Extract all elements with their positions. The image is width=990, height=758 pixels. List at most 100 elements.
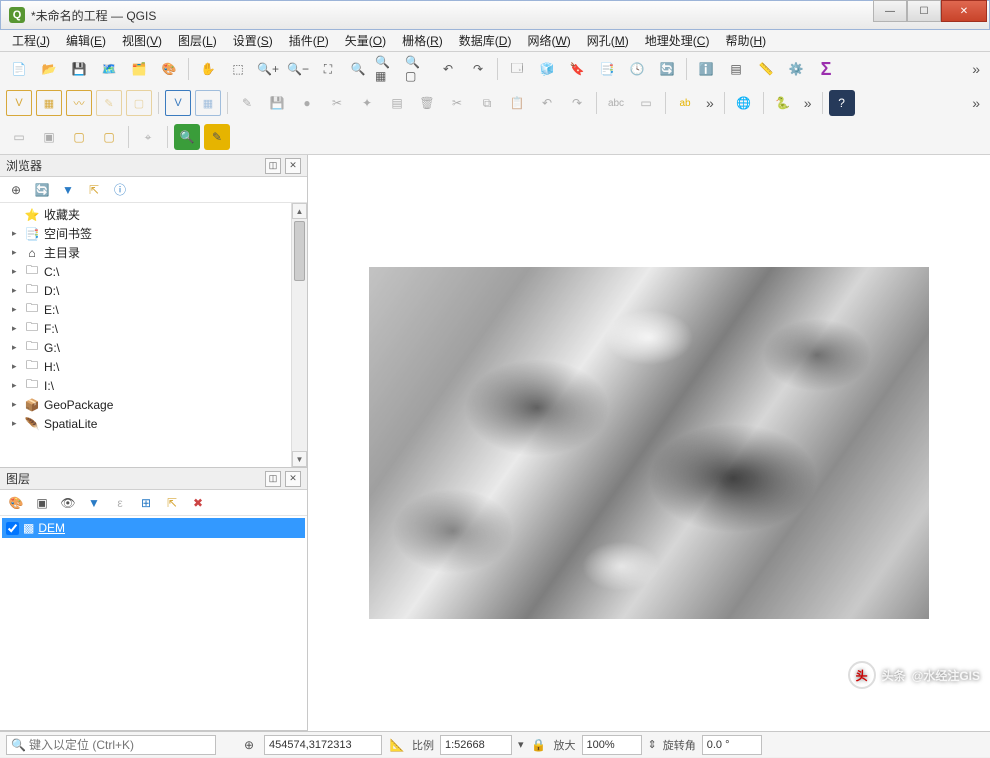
toolbox-icon[interactable]: ⚙️ xyxy=(783,56,809,82)
metasearch-icon[interactable]: 🌐 xyxy=(731,90,757,116)
layers-list[interactable]: ▩DEM xyxy=(0,516,307,730)
zoom-full-icon[interactable]: 🔍 xyxy=(345,56,371,82)
caret-icon[interactable]: ▸ xyxy=(12,228,20,239)
refresh-icon[interactable]: 🔄 xyxy=(32,180,52,200)
python-console-icon[interactable]: 🐍 xyxy=(770,90,796,116)
caret-icon[interactable]: ▸ xyxy=(12,342,20,353)
pan-to-selection-icon[interactable]: ⬚ xyxy=(225,56,251,82)
caret-icon[interactable]: ▸ xyxy=(12,323,20,334)
statistics-icon[interactable]: Σ xyxy=(813,56,839,82)
browser-header[interactable]: 浏览器 ◫ ✕ xyxy=(0,155,307,177)
menu-v[interactable]: 视图(V) xyxy=(118,30,166,51)
menu-r[interactable]: 栅格(R) xyxy=(398,30,447,51)
copy-features-icon[interactable]: ⧉ xyxy=(474,90,500,116)
undo-icon[interactable]: ↶ xyxy=(534,90,560,116)
overflow-icon[interactable]: » xyxy=(968,95,984,111)
locator-input[interactable] xyxy=(6,735,216,755)
redo-icon[interactable]: ↷ xyxy=(564,90,590,116)
temporal-icon[interactable]: 🕓 xyxy=(624,56,650,82)
scroll-down-button[interactable]: ▼ xyxy=(292,451,307,467)
overflow-icon[interactable]: » xyxy=(968,61,984,77)
tree-node[interactable]: ▸🗀G:\ xyxy=(0,338,307,357)
layer-name[interactable]: DEM xyxy=(38,521,65,535)
caret-icon[interactable]: ▸ xyxy=(12,304,20,315)
maximize-button[interactable]: ☐ xyxy=(907,0,941,22)
pan-icon[interactable]: ✋ xyxy=(195,56,221,82)
tree-node[interactable]: ⭐收藏夹 xyxy=(0,205,307,224)
help-icon[interactable]: ? xyxy=(829,90,855,116)
add-group-icon[interactable]: ▣ xyxy=(32,493,52,513)
select-location-icon[interactable]: ▢ xyxy=(96,124,122,150)
edit-toggle-icon[interactable]: ✎ xyxy=(234,90,260,116)
close-panel-button[interactable]: ✕ xyxy=(285,471,301,487)
caret-icon[interactable]: ▸ xyxy=(12,380,20,391)
layer-visibility-checkbox[interactable] xyxy=(6,522,19,535)
menu-o[interactable]: 矢量(O) xyxy=(341,30,390,51)
zoom-native-icon[interactable]: ⛶ xyxy=(315,56,341,82)
minimize-button[interactable]: — xyxy=(873,0,907,22)
magnifier-spinner-icon[interactable]: ⇕ xyxy=(648,738,657,751)
manage-visibility-icon[interactable]: 👁 xyxy=(58,493,78,513)
new-map-view-icon[interactable]: 🗔 xyxy=(504,56,530,82)
caret-icon[interactable]: ▸ xyxy=(12,266,20,277)
abc-icon[interactable]: abc xyxy=(603,90,629,116)
zoom-in-icon[interactable]: 🔍+ xyxy=(255,56,281,82)
undock-button[interactable]: ◫ xyxy=(265,471,281,487)
select-all-icon[interactable]: ▣ xyxy=(36,124,62,150)
zoom-last-icon[interactable]: ↶ xyxy=(435,56,461,82)
identify-icon[interactable]: ℹ️ xyxy=(693,56,719,82)
label-tool-icon[interactable]: ab xyxy=(672,90,698,116)
filter-icon[interactable]: ▼ xyxy=(58,180,78,200)
open-project-icon[interactable]: 📂 xyxy=(36,56,62,82)
menu-w[interactable]: 网络(W) xyxy=(523,30,574,51)
zoom-out-icon[interactable]: 🔍− xyxy=(285,56,311,82)
zoom-next-icon[interactable]: ↷ xyxy=(465,56,491,82)
attribute-table-icon[interactable]: ▤ xyxy=(723,56,749,82)
menu-c[interactable]: 地理处理(C) xyxy=(641,30,714,51)
virtual-layer-icon[interactable]: V xyxy=(165,90,191,116)
menu-e[interactable]: 编辑(E) xyxy=(62,30,110,51)
mesh-layer-icon[interactable]: 〰 xyxy=(66,90,92,116)
caret-icon[interactable]: ▸ xyxy=(12,361,20,372)
spatialite-icon[interactable]: ▢ xyxy=(126,90,152,116)
style-manager-icon[interactable]: 🎨 xyxy=(156,56,182,82)
wms-layer-icon[interactable]: ▦ xyxy=(195,90,221,116)
menu-j[interactable]: 工程(J) xyxy=(8,30,54,51)
tree-node[interactable]: ▸📦GeoPackage xyxy=(0,395,307,414)
coordinate-field[interactable] xyxy=(264,735,382,755)
tree-node[interactable]: ▸🗀C:\ xyxy=(0,262,307,281)
modify-attrs-icon[interactable]: ▤ xyxy=(384,90,410,116)
menu-p[interactable]: 插件(P) xyxy=(285,30,333,51)
scroll-up-button[interactable]: ▲ xyxy=(292,203,307,219)
tree-node[interactable]: ▸🗀E:\ xyxy=(0,300,307,319)
layers-header[interactable]: 图层 ◫ ✕ xyxy=(0,468,307,490)
tree-node[interactable]: ▸🗀H:\ xyxy=(0,357,307,376)
vector-layer-icon[interactable]: V xyxy=(6,90,32,116)
scroll-thumb[interactable] xyxy=(294,221,305,281)
menu-s[interactable]: 设置(S) xyxy=(229,30,277,51)
rotation-field[interactable] xyxy=(702,735,762,755)
zoom-selection-icon[interactable]: 🔍▦ xyxy=(375,56,401,82)
deselect-icon[interactable]: ▢ xyxy=(66,124,92,150)
remove-layer-icon[interactable]: ✖ xyxy=(188,493,208,513)
caret-icon[interactable]: ▸ xyxy=(12,418,20,429)
menu-m[interactable]: 网孔(M) xyxy=(583,30,633,51)
add-feature-icon[interactable]: ● xyxy=(294,90,320,116)
label-icon[interactable]: ▭ xyxy=(633,90,659,116)
edit-save-icon[interactable]: 💾 xyxy=(264,90,290,116)
expand-all-icon[interactable]: ⊞ xyxy=(136,493,156,513)
caret-icon[interactable]: ▸ xyxy=(12,399,20,410)
menu-h[interactable]: 帮助(H) xyxy=(721,30,770,51)
coordinate-icon[interactable]: ⊕ xyxy=(240,732,258,758)
locator-bar[interactable]: 🔍 xyxy=(6,735,216,755)
overflow-icon[interactable]: » xyxy=(800,95,816,111)
new-3d-view-icon[interactable]: 🧊 xyxy=(534,56,560,82)
overflow-icon[interactable]: » xyxy=(702,95,718,111)
layer-row[interactable]: ▩DEM xyxy=(2,518,305,538)
scale-dropdown-icon[interactable]: ▾ xyxy=(518,738,524,751)
close-button[interactable]: ✕ xyxy=(941,0,987,22)
raster-layer-icon[interactable]: ▦ xyxy=(36,90,62,116)
new-bookmark-icon[interactable]: 🔖 xyxy=(564,56,590,82)
show-bookmarks-icon[interactable]: 📑 xyxy=(594,56,620,82)
new-project-icon[interactable]: 📄 xyxy=(6,56,32,82)
